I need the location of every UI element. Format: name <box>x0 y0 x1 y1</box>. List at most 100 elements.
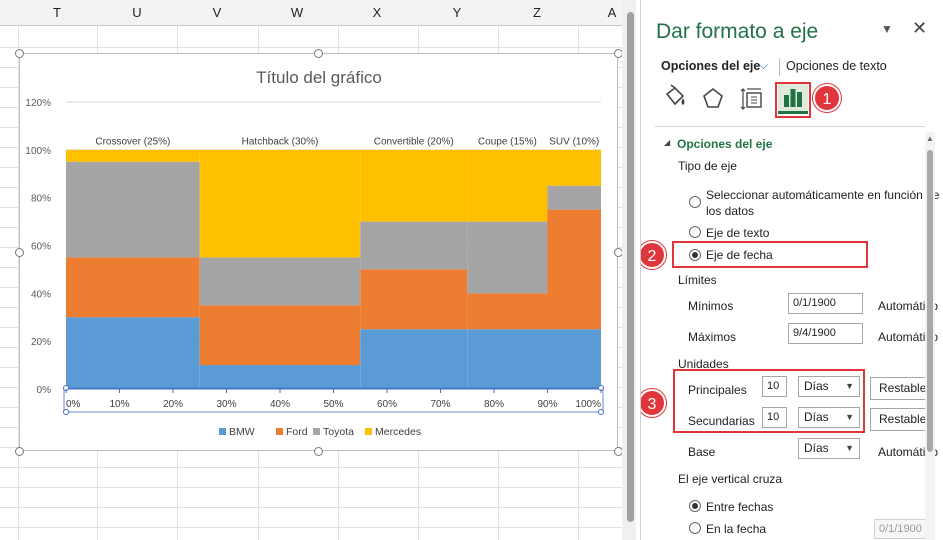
chart-resize-handle-bl[interactable] <box>15 447 24 456</box>
max-bound-input[interactable]: 9/4/1900 <box>788 323 863 344</box>
column-header[interactable]: W <box>257 0 337 26</box>
radio-auto-select-label-1[interactable]: Seleccionar automáticamente en función d… <box>706 188 939 202</box>
chevron-down-icon: ▼ <box>845 443 854 453</box>
min-bound-input[interactable]: 0/1/1900 <box>788 293 863 314</box>
legend-label-mercedes: Mercedes <box>375 426 421 438</box>
bar-segment-bmw[interactable] <box>360 329 468 389</box>
bar-segment-toyota[interactable] <box>467 221 548 294</box>
radio-text-axis[interactable] <box>689 226 701 238</box>
x-tick-label: 0% <box>66 399 81 410</box>
bar-segment-ford[interactable] <box>199 305 361 366</box>
axis-selection-handle <box>598 409 604 415</box>
collapse-triangle-icon[interactable]: ◢ <box>664 138 670 147</box>
grid-row-line <box>0 467 622 468</box>
bar-segment-mercedes[interactable] <box>360 149 468 222</box>
chart-resize-handle-bc[interactable] <box>314 447 323 456</box>
column-header[interactable]: U <box>97 0 177 26</box>
section-axis-options-title[interactable]: Opciones del eje <box>677 137 772 151</box>
highlight-box-units <box>673 369 865 433</box>
bar-segment-bmw[interactable] <box>547 329 602 389</box>
pane-title: Dar formato a eje <box>656 20 819 43</box>
tab-text-options[interactable]: Opciones de texto <box>786 59 887 73</box>
y-tick-label: 100% <box>25 146 51 157</box>
chart-plot[interactable]: Título del gráfico 0% 20% 40% 60% 80% 100% 120%… <box>20 54 619 452</box>
bar-segment-mercedes[interactable] <box>547 149 602 186</box>
bar-segment-ford[interactable] <box>66 257 200 318</box>
column-header[interactable]: T <box>17 0 97 26</box>
fill-line-icon[interactable] <box>659 84 689 114</box>
max-label: Máximos <box>688 330 737 344</box>
chart-resize-handle-tr[interactable] <box>614 49 622 58</box>
column-header[interactable]: Y <box>417 0 497 26</box>
column-header[interactable]: Z <box>497 0 577 26</box>
x-tick-label: 50% <box>323 399 343 410</box>
tab-axis-options[interactable]: Opciones del eje <box>661 59 760 73</box>
pane-scrollbar-thumb[interactable] <box>927 150 933 452</box>
bar-segment-toyota[interactable] <box>199 257 361 306</box>
radio-between-dates-label[interactable]: Entre fechas <box>706 500 773 514</box>
x-tick-label: 80% <box>484 399 504 410</box>
segment-label: Coupe (15%) <box>478 136 537 147</box>
legend-label-bmw: BMW <box>229 426 255 438</box>
minor-reset-button[interactable]: Restablecer <box>870 408 930 431</box>
bar-segment-bmw[interactable] <box>66 317 200 389</box>
base-unit-select[interactable]: Días ▼ <box>798 438 860 459</box>
callout-badge-1: 1 <box>813 84 841 112</box>
min-label: Mínimos <box>688 299 734 313</box>
tab-divider <box>779 58 780 76</box>
radio-on-date-label[interactable]: En la fecha <box>706 522 766 536</box>
bar-segment-ford[interactable] <box>360 269 468 330</box>
segment-label: Hatchback (30%) <box>242 136 319 147</box>
axis-type-label: Tipo de eje <box>678 159 737 173</box>
x-tick-label: 100% <box>575 399 601 410</box>
limits-label: Límites <box>678 273 717 287</box>
bar-segment-mercedes[interactable] <box>467 149 548 222</box>
bar-segment-bmw[interactable] <box>467 329 548 389</box>
bar-segment-ford[interactable] <box>547 209 602 330</box>
chart-resize-handle-tl[interactable] <box>15 49 24 58</box>
close-icon[interactable]: ✕ <box>912 18 927 39</box>
bar-segment-toyota[interactable] <box>547 185 602 210</box>
bar-segment-mercedes[interactable] <box>66 149 200 162</box>
chart-resize-handle-ml[interactable] <box>15 248 24 257</box>
y-tick-label: 80% <box>31 194 51 205</box>
scroll-up-arrow-icon[interactable]: ▲ <box>926 134 934 143</box>
pane-options-dropdown-icon[interactable]: ▼ <box>881 22 893 36</box>
chart-title: Título del gráfico <box>256 68 382 87</box>
radio-text-axis-label[interactable]: Eje de texto <box>706 226 769 240</box>
grid-row-line <box>0 507 622 508</box>
grid-row-line <box>0 487 622 488</box>
marimekko-chart[interactable]: Título del gráfico 0% 20% 40% 60% 80% 100% 120%… <box>19 53 618 451</box>
x-tick-label: 10% <box>109 399 129 410</box>
segment-label: Convertible (20%) <box>374 136 454 147</box>
pane-separator <box>655 126 925 127</box>
chevron-down-icon[interactable]: ⌵ <box>759 58 768 73</box>
column-header[interactable]: A <box>572 0 622 26</box>
radio-on-date[interactable] <box>689 522 701 534</box>
bar-segment-ford[interactable] <box>467 293 548 330</box>
grid-row-line <box>0 47 622 48</box>
column-header[interactable]: V <box>177 0 257 26</box>
spreadsheet-area[interactable]: TUVWXYZA Título del gráfico 0% 20% 40% 60% 80… <box>0 0 622 540</box>
chart-resize-handle-mr[interactable] <box>614 248 622 257</box>
legend-swatch-mercedes <box>365 428 372 435</box>
segment-label: Crossover (25%) <box>95 136 170 147</box>
legend-swatch-bmw <box>219 428 226 435</box>
bar-segment-toyota[interactable] <box>360 221 468 270</box>
radio-auto-select[interactable] <box>689 196 701 208</box>
chart-resize-handle-br[interactable] <box>614 447 622 456</box>
bar-segment-bmw[interactable] <box>199 365 361 389</box>
radio-auto-select-label-2[interactable]: los datos <box>706 204 754 218</box>
x-tick-label: 90% <box>537 399 557 410</box>
chart-resize-handle-tc[interactable] <box>314 49 323 58</box>
bar-segment-toyota[interactable] <box>66 161 200 258</box>
major-reset-button[interactable]: Restablecer <box>870 377 930 400</box>
effects-pentagon-icon[interactable] <box>698 84 728 114</box>
legend-swatch-toyota <box>313 428 320 435</box>
radio-between-dates[interactable] <box>689 500 701 512</box>
sheet-scrollbar-thumb[interactable] <box>627 12 634 522</box>
x-tick-label: 30% <box>216 399 236 410</box>
size-properties-icon[interactable] <box>738 84 768 114</box>
column-header[interactable]: X <box>337 0 417 26</box>
bar-segment-mercedes[interactable] <box>199 149 361 258</box>
